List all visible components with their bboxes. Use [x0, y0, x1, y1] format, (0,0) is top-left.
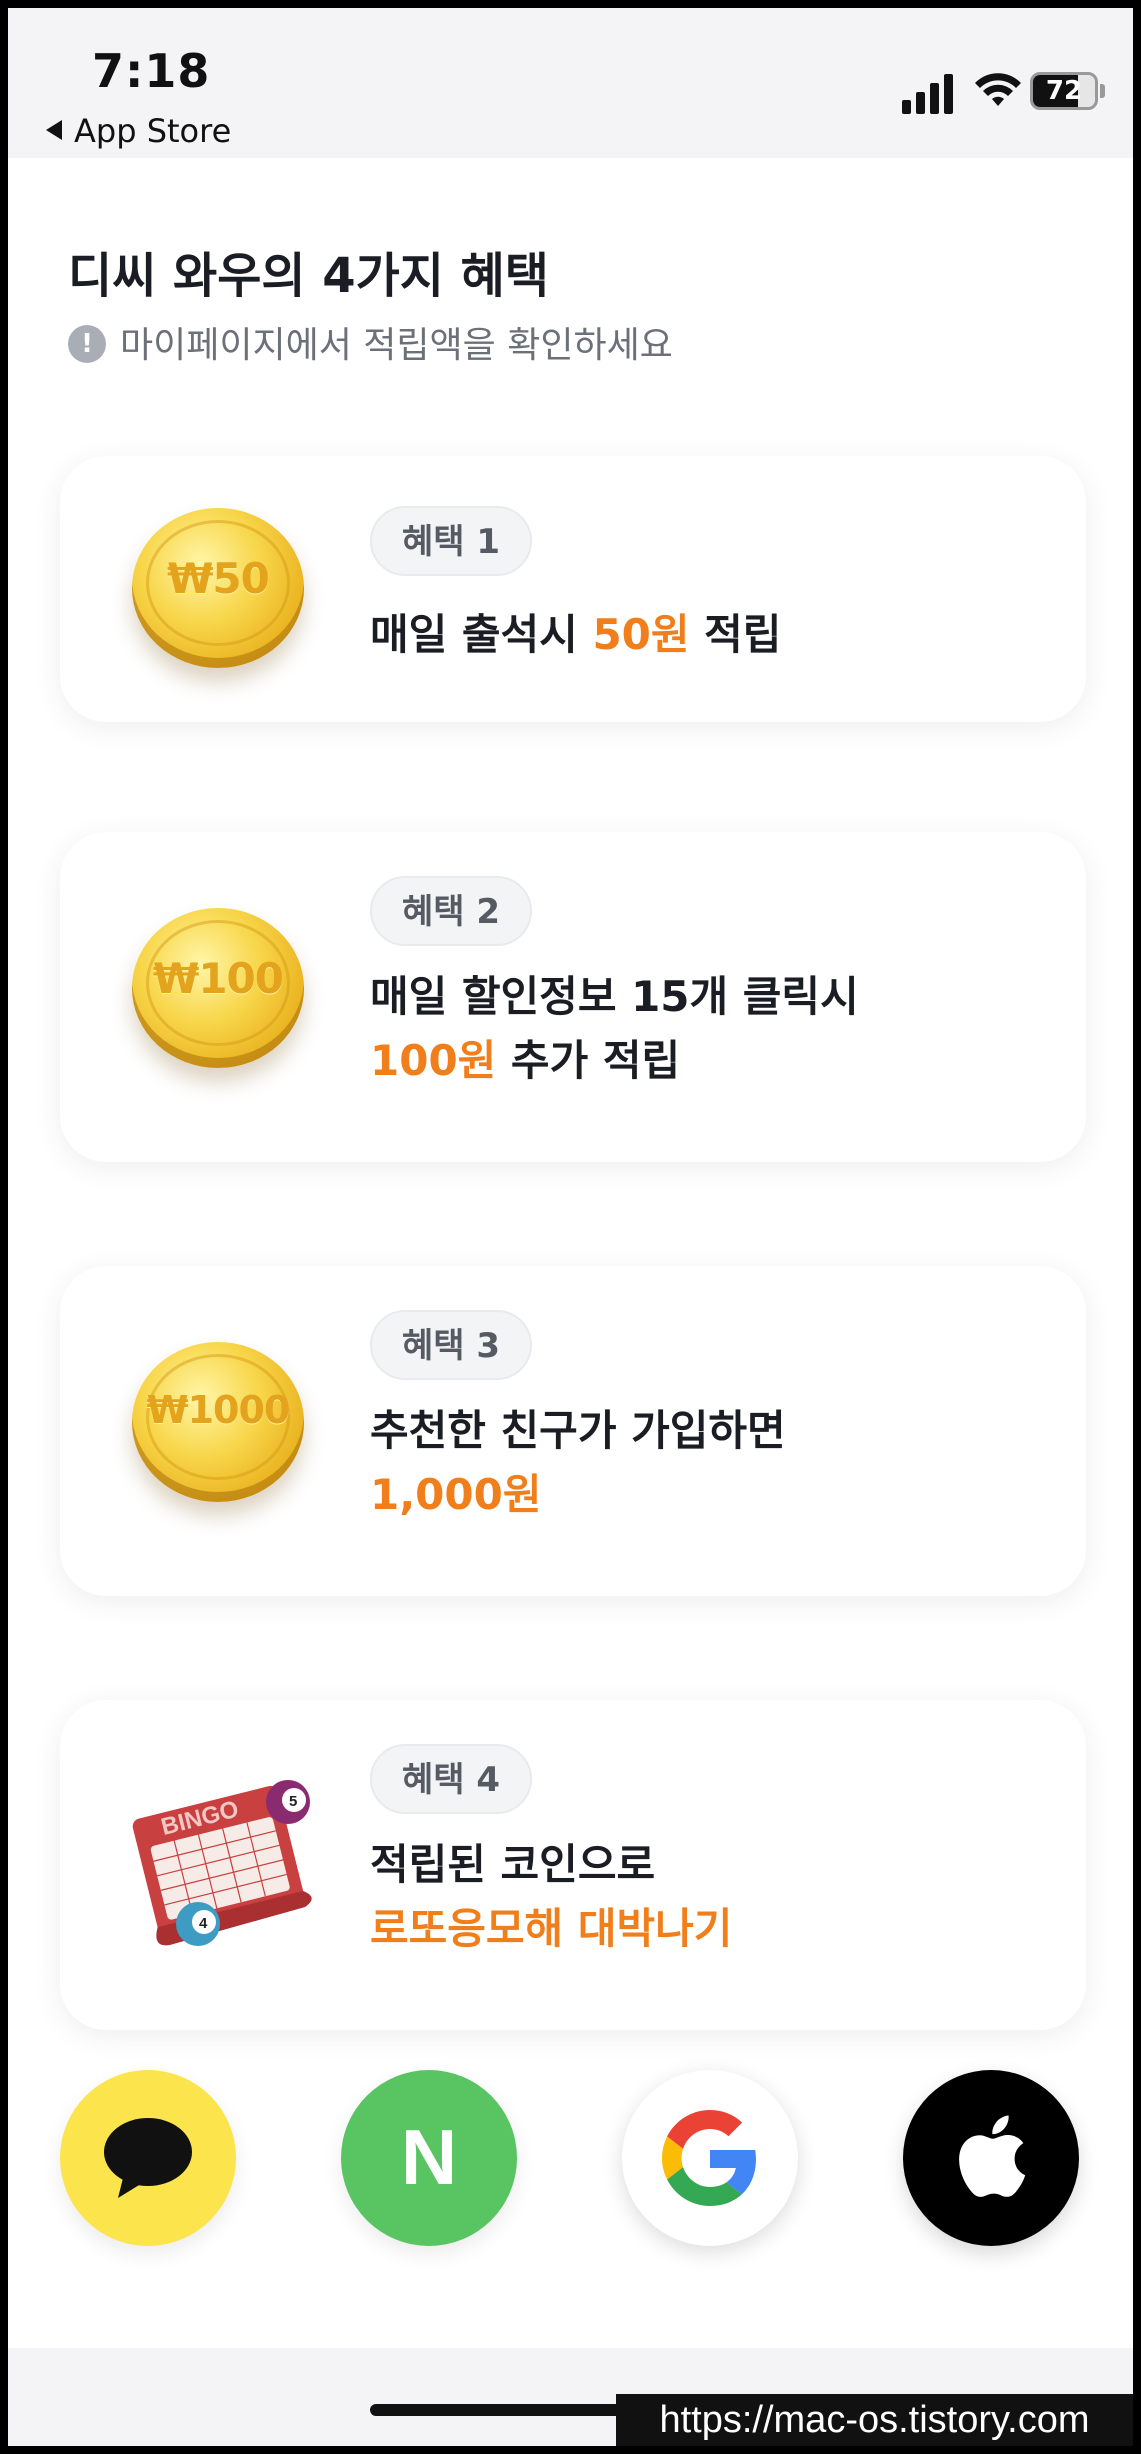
benefit-amount: 50원 [592, 610, 690, 659]
benefit-card-2: ₩100 혜택 2 매일 할인정보 15개 클릭시 100원 추가 적립 [60, 832, 1086, 1162]
benefit-text-line2: 100원 추가 적립 [370, 1036, 681, 1085]
page-title: 디씨 와우의 4가지 혜택 [68, 248, 549, 304]
coin-label: ₩100 [153, 954, 284, 1003]
benefit-text-line2: 1,000원 [370, 1462, 542, 1528]
benefit-amount: 1,000원 [370, 1470, 542, 1519]
naver-icon: N [400, 2113, 458, 2201]
coin-label: ₩1000 [146, 1388, 291, 1432]
kakao-login-button[interactable] [60, 2070, 236, 2246]
coin-icon: ₩100 [132, 908, 304, 1068]
lotto-ball-number: 5 [289, 1793, 297, 1810]
phone-screen: 7:18 App Store 72 디씨 와우의 4가지 혜택 ! 마이페이지에서… [8, 8, 1133, 2446]
wifi-icon [975, 73, 1021, 106]
benefit-text-line1: 매일 할인정보 15개 클릭시 [370, 972, 859, 1021]
google-login-button[interactable] [622, 2070, 798, 2246]
battery-level: 72 [1045, 76, 1083, 106]
benefit-badge: 혜택 4 [370, 1744, 533, 1814]
benefit-card-4: BINGO 5 4 혜택 4 적립된 코인으로 로또응모해 대박나기 [60, 1700, 1086, 2030]
info-icon: ! [68, 325, 106, 363]
lotto-ball-number: 4 [199, 1915, 208, 1932]
coin-icon: ₩50 [132, 508, 304, 668]
apple-login-button[interactable] [903, 2070, 1079, 2246]
apple-icon [959, 2115, 1026, 2197]
battery-cap [1100, 84, 1105, 98]
benefit-highlight: 로또응모해 대박나기 [370, 1904, 733, 1953]
benefit-amount: 100원 [370, 1036, 497, 1085]
benefit-text-line2: 로또응모해 대박나기 [370, 1896, 732, 1962]
back-label: App Store [74, 112, 232, 150]
battery-icon: 72 [1030, 72, 1098, 110]
naver-login-button[interactable]: N [341, 2070, 517, 2246]
watermark-text: https://mac-os.tistory.com [616, 2394, 1133, 2446]
benefit-text: 매일 출석시 50원 적립 [370, 610, 782, 659]
benefit-card-1: ₩50 혜택 1 매일 출석시 50원 적립 [60, 456, 1086, 722]
back-to-app-store-button[interactable]: App Store [46, 112, 231, 150]
benefit-text-line1: 추천한 친구가 가입하면 [370, 1406, 786, 1455]
kakao-talk-icon [104, 2118, 192, 2198]
cellular-signal-icon [902, 72, 956, 114]
benefit-text-line1: 적립된 코인으로 [370, 1840, 656, 1889]
subtitle-text: 마이페이지에서 적립액을 확인하세요 [120, 325, 673, 366]
benefit-badge: 혜택 2 [370, 876, 533, 946]
back-arrow-icon [46, 120, 62, 140]
benefit-card-3: ₩1000 혜택 3 추천한 친구가 가입하면 1,000원 [60, 1266, 1086, 1596]
benefit-badge: 혜택 3 [370, 1310, 533, 1380]
benefits-page: 디씨 와우의 4가지 혜택 ! 마이페이지에서 적립액을 확인하세요 ₩50 혜택… [8, 158, 1133, 2348]
page-subtitle: ! 마이페이지에서 적립액을 확인하세요 [68, 316, 673, 368]
coin-icon: ₩1000 [132, 1342, 304, 1502]
google-icon [662, 2110, 756, 2206]
status-time: 7:18 [92, 44, 211, 98]
status-bar: 7:18 App Store 72 [8, 8, 1133, 158]
benefit-badge: 혜택 1 [370, 506, 533, 576]
bingo-lotto-icon: BINGO 5 4 [132, 1780, 312, 1946]
coin-label: ₩50 [167, 554, 270, 603]
